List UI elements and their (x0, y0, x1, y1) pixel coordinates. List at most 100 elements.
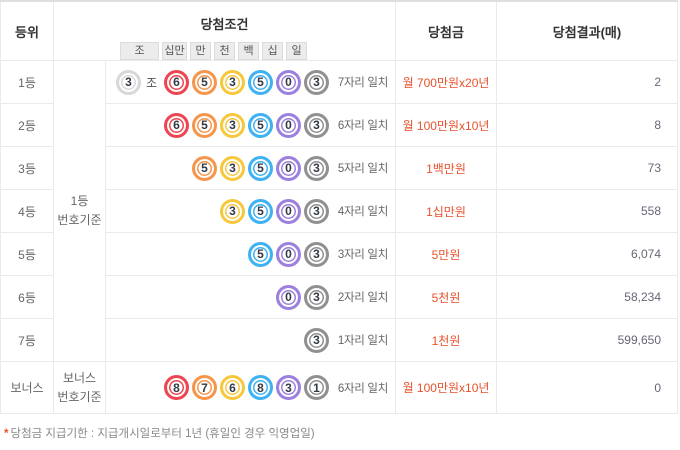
rank-cell: 1등 (0, 60, 54, 104)
prize-cell: 월 700만원x20년 (395, 60, 497, 104)
result-cell: 6,074 (496, 232, 678, 276)
result-cell: 558 (496, 189, 678, 233)
first-prize-basis-cell: 1등 번호기준 (53, 60, 106, 362)
result-cell: 0 (496, 361, 678, 414)
winning-numbers: 3503 (220, 198, 329, 224)
lottery-ball: 7 (192, 375, 217, 400)
result-cell: 73 (496, 146, 678, 190)
match-label: 3자리 일치 (337, 249, 388, 261)
condition-title: 당첨조건 (200, 17, 249, 32)
lottery-ball: 3 (304, 155, 329, 181)
lottery-ball: 5 (248, 112, 273, 138)
match-label: 7자리 일치 (337, 77, 388, 89)
pos-label-jo: 조 (120, 42, 159, 60)
lottery-ball: 3 (220, 69, 245, 95)
lottery-ball: 3 (304, 327, 329, 353)
result-cell: 8 (496, 103, 678, 147)
match-label: 2자리 일치 (337, 292, 388, 304)
match-label: 4자리 일치 (337, 206, 388, 218)
lottery-ball: 0 (276, 69, 301, 95)
winning-numbers: 3조653503 (115, 69, 329, 95)
lottery-ball: 3 (220, 155, 245, 181)
winning-numbers: 876831 (164, 375, 329, 400)
rank-cell: 3등 (0, 146, 54, 190)
result-cell: 58,234 (496, 275, 678, 319)
lottery-ball: 6 (220, 375, 245, 400)
lottery-ball: 8 (248, 375, 273, 400)
winning-numbers: 03 (276, 284, 329, 310)
result-cell: 599,650 (496, 318, 678, 362)
lottery-ball: 0 (276, 112, 301, 138)
lottery-ball: 5 (192, 112, 217, 138)
prize-result-table: 등위 당첨조건 조 십만 만 천 백 십 일 당첨금 당첨결과(매) 1등 1등 (0, 0, 678, 414)
lottery-ball: 5 (248, 69, 273, 95)
lottery-ball: 3 (304, 112, 329, 138)
group-label-line1: 1등 (70, 194, 89, 209)
lottery-ball: 3 (220, 198, 245, 224)
rank-cell: 4등 (0, 189, 54, 233)
lottery-ball: 3 (115, 69, 141, 95)
result-cell: 2 (496, 60, 678, 104)
jo-unit-label: 조 (145, 75, 157, 90)
table-header-row: 등위 당첨조건 조 십만 만 천 백 십 일 당첨금 당첨결과(매) (0, 0, 678, 61)
lottery-ball: 3 (220, 112, 245, 138)
lottery-ball: 3 (304, 241, 329, 267)
condition-cell: 3 1자리 일치 (105, 318, 396, 362)
rank-cell: 5등 (0, 232, 54, 276)
rank-cell: 6등 (0, 275, 54, 319)
prize-cell: 월 100만원x10년 (395, 361, 497, 414)
table-row: 1등 1등 번호기준 3조653503 7자리 일치 월 700만원x20년 2 (0, 60, 678, 362)
lottery-ball: 6 (164, 112, 189, 138)
lottery-ball: 3 (276, 375, 301, 400)
pos-label-cheon: 천 (214, 42, 235, 60)
prize-cell: 1십만원 (395, 189, 497, 233)
winning-numbers: 503 (248, 241, 329, 267)
winning-numbers: 653503 (164, 112, 329, 138)
lottery-ball: 6 (164, 69, 189, 95)
col-header-condition: 당첨조건 조 십만 만 천 백 십 일 (53, 0, 396, 61)
prize-cell: 월 100만원x10년 (395, 103, 497, 147)
rank-cell: 보너스 (0, 361, 54, 414)
pos-label-sibman: 십만 (162, 42, 187, 60)
condition-cell: 876831 6자리 일치 (105, 361, 396, 414)
match-label: 1자리 일치 (337, 335, 388, 347)
footnote-text: 당첨금 지급기한 : 지급개시일로부터 1년 (휴일인 경우 익영업일) (10, 428, 315, 440)
footnote-asterisk: * (4, 428, 9, 440)
match-label: 5자리 일치 (337, 163, 388, 175)
lottery-ball: 3 (304, 198, 329, 224)
condition-cell: 653503 6자리 일치 (105, 103, 396, 147)
lottery-ball: 5 (248, 155, 273, 181)
winning-numbers: 53503 (192, 155, 329, 181)
prize-cell: 1천원 (395, 318, 497, 362)
condition-cell: 503 3자리 일치 (105, 232, 396, 276)
rank-cell: 7등 (0, 318, 54, 362)
digit-position-row: 조 십만 만 천 백 십 일 (54, 42, 395, 60)
lottery-ball: 0 (276, 241, 301, 267)
bonus-basis-cell: 보너스 번호기준 (53, 361, 106, 414)
payment-deadline-note: * 당첨금 지급기한 : 지급개시일로부터 1년 (휴일인 경우 익영업일) (0, 425, 680, 441)
col-header-result: 당첨결과(매) (496, 0, 678, 61)
col-header-prize: 당첨금 (395, 0, 497, 61)
lottery-ball: 0 (276, 198, 301, 224)
lottery-ball: 8 (164, 375, 189, 400)
col-header-rank: 등위 (0, 0, 54, 61)
condition-cell: 53503 5자리 일치 (105, 146, 396, 190)
group-label-line1: 보너스 (62, 370, 97, 385)
winning-numbers: 3 (304, 327, 329, 353)
lottery-ball: 5 (248, 241, 273, 267)
condition-cell: 3503 4자리 일치 (105, 189, 396, 233)
lottery-ball: 5 (192, 69, 217, 95)
lottery-ball: 5 (248, 198, 273, 224)
pos-label-sip: 십 (262, 42, 283, 60)
match-label: 6자리 일치 (337, 382, 388, 395)
pos-label-man: 만 (190, 42, 211, 60)
lottery-ball: 0 (276, 284, 301, 310)
lottery-ball: 3 (304, 69, 329, 95)
prize-cell: 5만원 (395, 232, 497, 276)
lottery-ball: 3 (304, 284, 329, 310)
group-label-line2: 번호기준 (57, 213, 102, 227)
match-label: 6자리 일치 (337, 120, 388, 132)
rank-cell: 2등 (0, 103, 54, 147)
lottery-ball: 1 (304, 375, 329, 400)
prize-cell: 5천원 (395, 275, 497, 319)
